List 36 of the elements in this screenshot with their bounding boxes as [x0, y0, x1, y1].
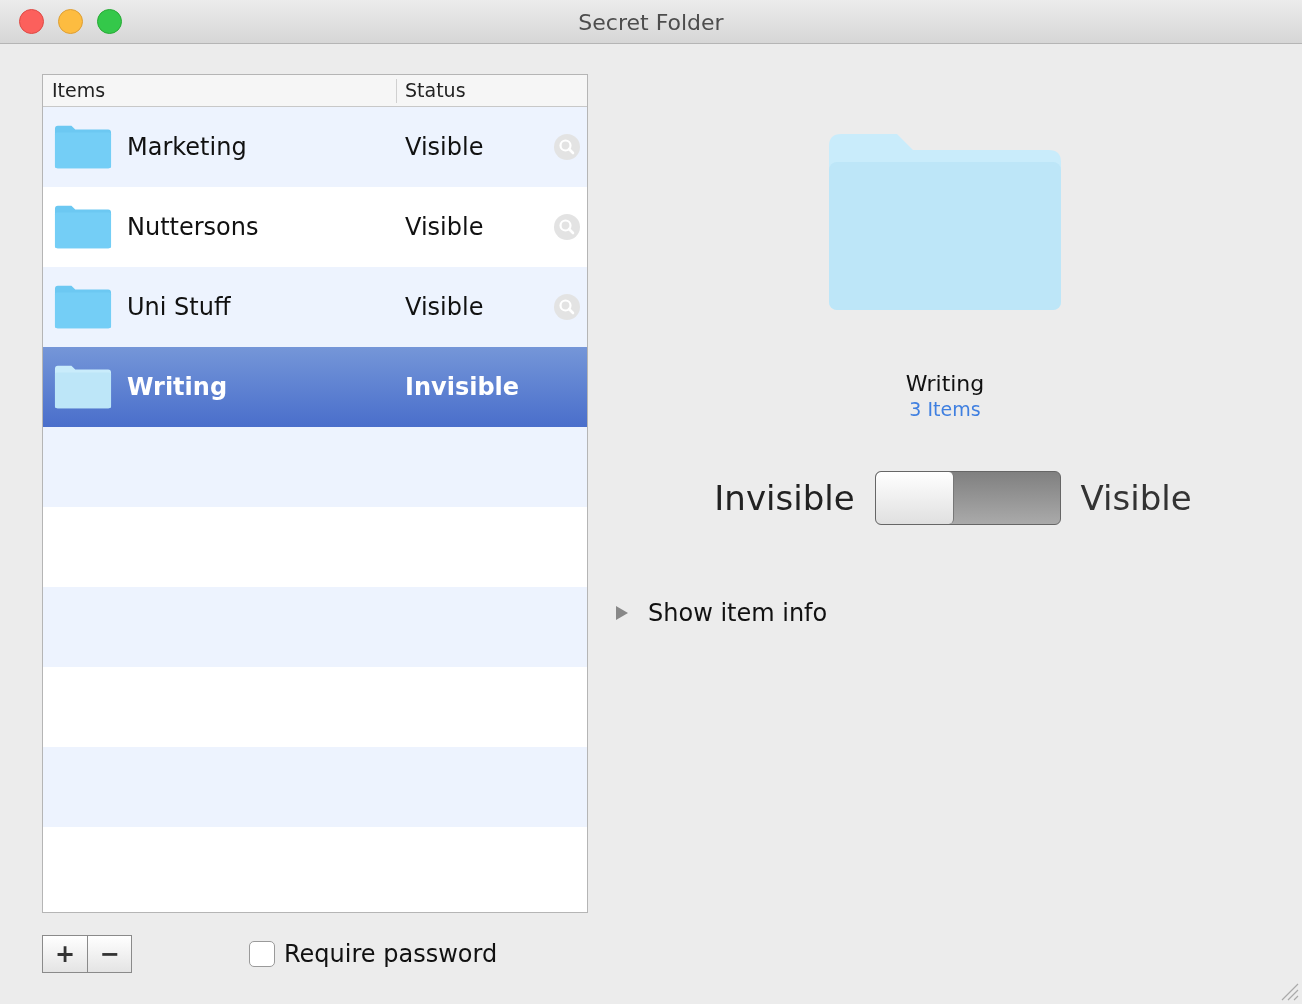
- item-status: Visible: [404, 292, 485, 323]
- table-row[interactable]: Marketing Visible: [43, 107, 587, 187]
- folder-icon: [54, 204, 112, 250]
- item-name: Uni Stuff: [127, 292, 231, 323]
- item-status: Visible: [404, 212, 485, 243]
- visibility-switch[interactable]: [874, 471, 1061, 526]
- disclosure-triangle-icon[interactable]: [614, 605, 630, 622]
- search-icon[interactable]: [553, 213, 581, 241]
- search-icon[interactable]: [553, 293, 581, 321]
- item-name: Writing: [127, 372, 228, 403]
- folder-name: Writing: [905, 370, 985, 398]
- search-icon[interactable]: [553, 133, 581, 161]
- checkbox-label[interactable]: Require password: [284, 936, 498, 972]
- column-header[interactable]: Items: [52, 76, 106, 105]
- add-button[interactable]: +: [43, 936, 87, 972]
- item-count: 3 Items: [909, 397, 981, 422]
- window-title: Secret Folder: [578, 8, 724, 37]
- item-name: Marketing: [127, 132, 247, 163]
- item-status: Visible: [404, 132, 485, 163]
- zoom-button[interactable]: [97, 9, 122, 34]
- toggle-on-label: Visible: [1080, 476, 1192, 520]
- toggle-off-label: Invisible: [714, 476, 855, 520]
- column-header[interactable]: Status: [405, 79, 466, 102]
- disclosure-label[interactable]: Show item info: [648, 595, 828, 632]
- close-button[interactable]: [19, 9, 44, 34]
- item-status: Invisible: [404, 372, 521, 403]
- table-row[interactable]: Uni Stuff Visible: [43, 267, 587, 347]
- minimize-button[interactable]: [58, 9, 83, 34]
- folder-icon: [54, 364, 112, 410]
- folder-icon: [54, 124, 112, 170]
- remove-button[interactable]: −: [87, 936, 131, 972]
- folder-icon: [54, 284, 112, 330]
- switch-knob[interactable]: [875, 472, 954, 525]
- checkbox[interactable]: [249, 941, 275, 967]
- table-row[interactable]: Writing Invisible: [43, 347, 587, 427]
- item-name: Nuttersons: [127, 212, 259, 243]
